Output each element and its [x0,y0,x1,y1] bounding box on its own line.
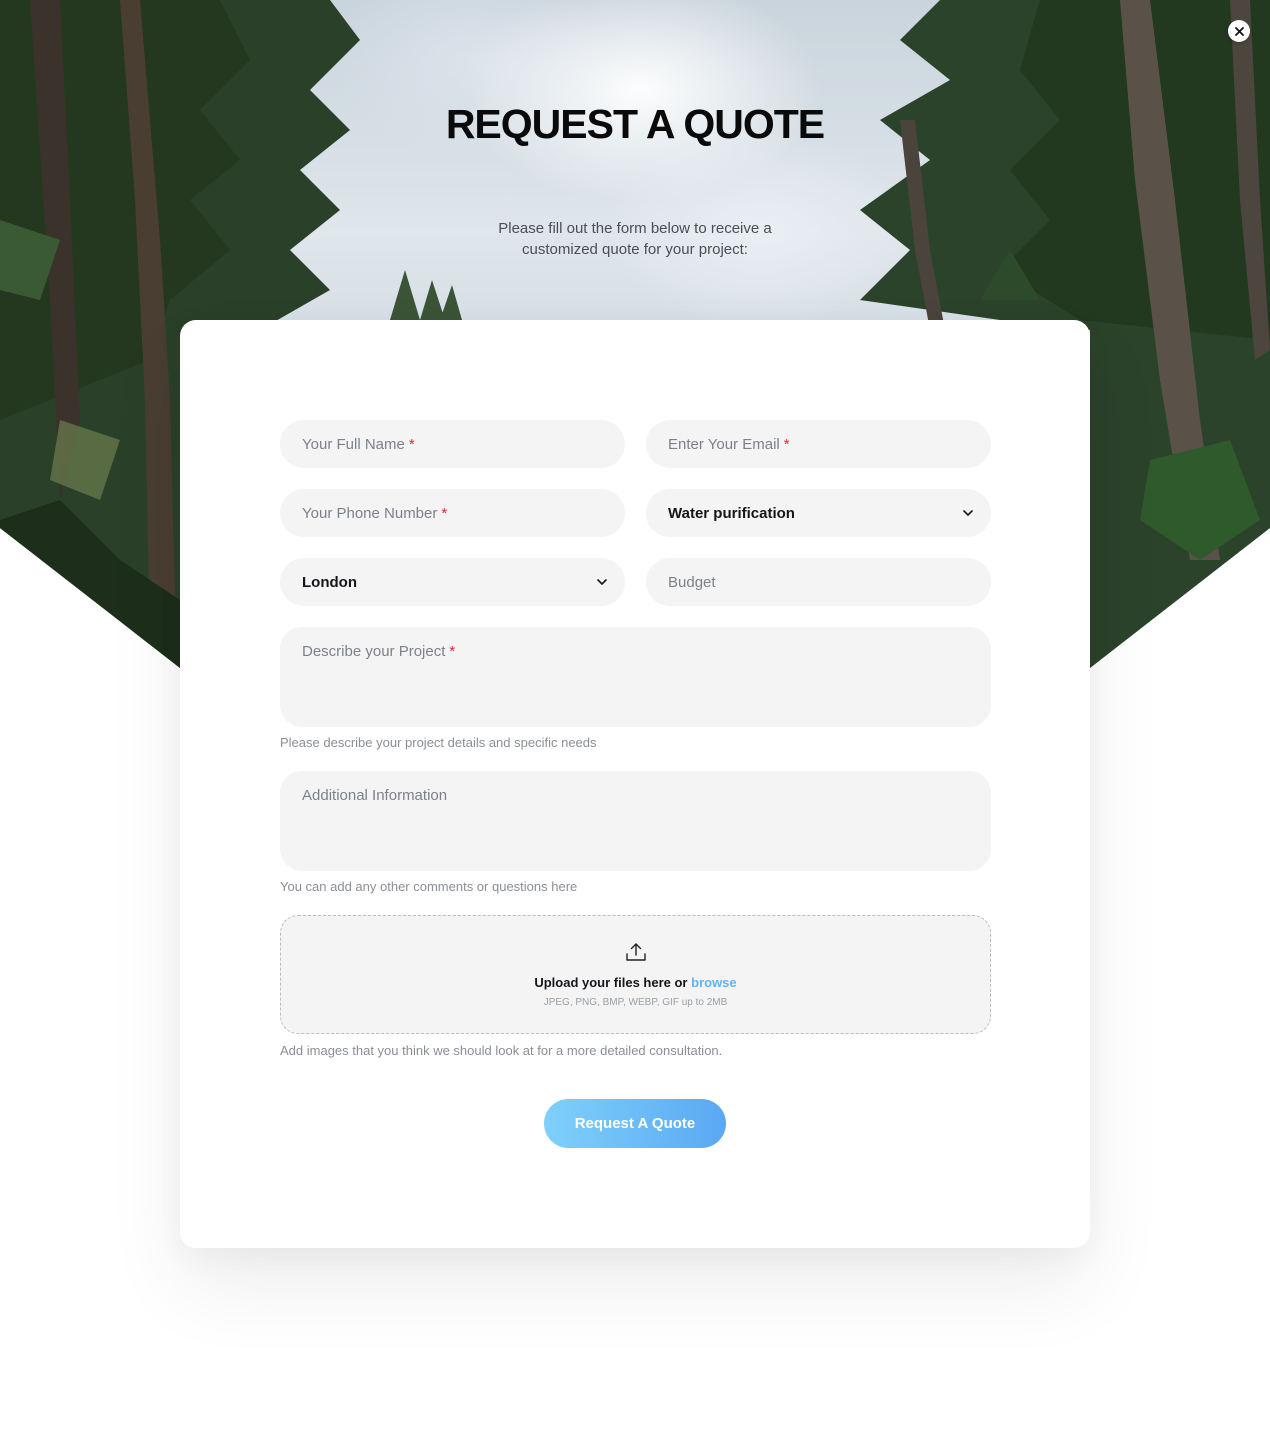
request-quote-button[interactable]: Request A Quote [544,1099,726,1148]
project-help-text: Please describe your project details and… [280,735,597,750]
required-mark: * [408,435,415,453]
full-name-placeholder: Your Full Name [302,435,405,453]
upload-file-types: JPEG, PNG, BMP, WEBP, GIF up to 2MB [543,997,728,1008]
chevron-down-icon [597,579,607,585]
email-placeholder: Enter Your Email [668,435,780,453]
additional-help-text: You can add any other comments or questi… [280,879,578,894]
page-title: REQUEST A QUOTE [445,101,825,147]
quote-modal-page: REQUEST A QUOTE Please fill out the form… [0,0,1270,1448]
close-button[interactable] [1228,20,1250,42]
email-input[interactable]: Enter Your Email * [646,420,991,468]
upload-main-text: Upload your files here or [534,975,688,990]
additional-info-textarea[interactable]: Additional Information [280,771,991,871]
close-icon [1234,26,1244,36]
full-name-input[interactable]: Your Full Name * [280,420,625,468]
service-select[interactable]: Water purification [646,489,991,537]
quote-form-card: Your Full Name * Enter Your Email * Your P… [180,320,1090,1248]
required-mark: * [449,643,456,660]
project-description-textarea[interactable]: Describe your Project * [280,627,991,727]
required-mark: * [441,504,448,522]
phone-input[interactable]: Your Phone Number * [280,489,625,537]
project-placeholder: Describe your Project [302,643,446,660]
file-upload-dropzone[interactable]: Upload your files here or browse JPEG, P… [280,915,991,1034]
browse-link[interactable]: browse [691,975,737,990]
location-select[interactable]: London [280,558,625,606]
budget-input[interactable]: Budget [646,558,991,606]
additional-placeholder: Additional Information [302,787,448,804]
upload-instruction: Upload your files here or browse [281,975,990,990]
phone-placeholder: Your Phone Number [302,504,438,522]
budget-placeholder: Budget [668,573,716,591]
chevron-down-icon [963,510,973,516]
service-selected-value: Water purification [668,504,795,522]
page-subtitle: Please fill out the form below to receiv… [498,220,772,258]
upload-help-text: Add images that you think we should look… [280,1043,723,1058]
required-mark: * [783,435,790,453]
upload-icon [626,943,646,961]
location-selected-value: London [302,573,357,591]
